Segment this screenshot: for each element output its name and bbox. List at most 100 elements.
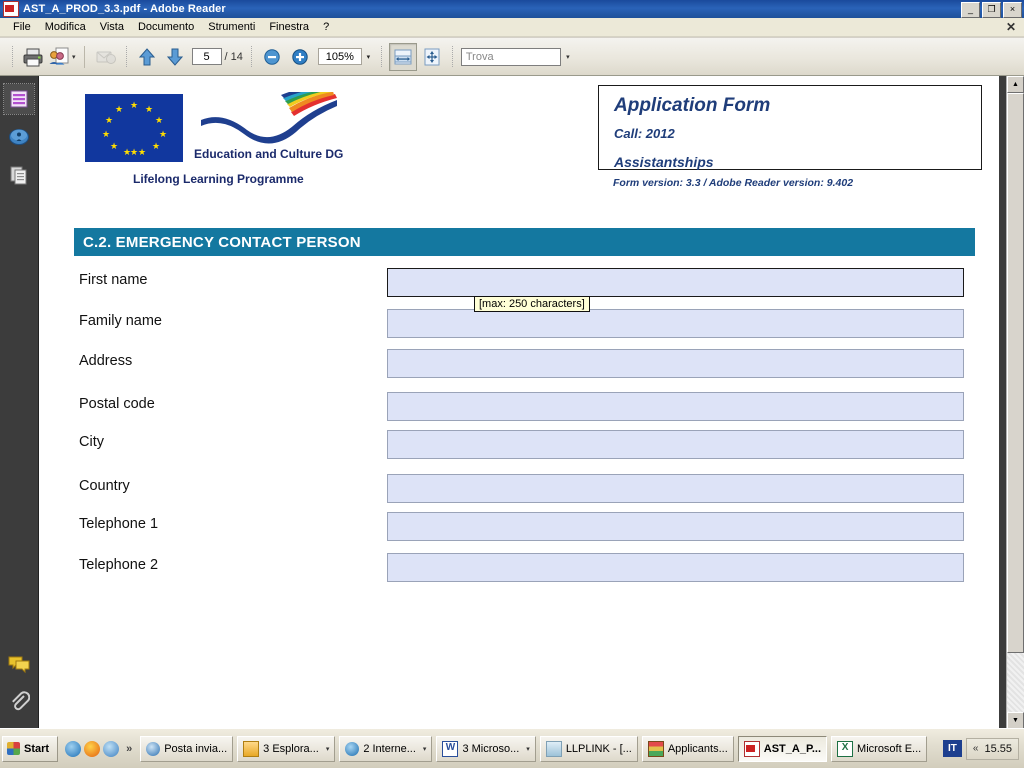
menu-item-finestra[interactable]: Finestra (262, 19, 316, 35)
pdf-document-icon (3, 1, 19, 17)
menu-item-strumenti[interactable]: Strumenti (201, 19, 262, 35)
taskbar-button-explorer[interactable]: 3 Esplora... ▾ (237, 735, 336, 762)
zoom-level-input[interactable]: 105% (317, 48, 362, 65)
input-postal-code[interactable] (387, 392, 964, 421)
taskbar-button-ast-pdf[interactable]: AST_A_P... (737, 735, 828, 762)
toolbar-grip-2[interactable] (125, 45, 127, 68)
label-city: City (79, 434, 104, 450)
form-row-city: City (74, 430, 975, 464)
adobe-reader-window: AST_A_PROD_3.3.pdf - Adobe Reader _ ❐ × … (0, 0, 1024, 768)
label-family-name: Family name (79, 313, 162, 329)
menu-item-file[interactable]: File (6, 19, 38, 35)
toolbar-grip[interactable] (12, 45, 13, 68)
vertical-scrollbar[interactable]: ▲ ▼ (1006, 76, 1024, 729)
menu-item-help[interactable]: ? (316, 19, 336, 35)
form-call: Call: 2012 (614, 126, 675, 141)
menu-item-vista[interactable]: Vista (93, 19, 131, 35)
toolbar-grip-5[interactable] (451, 45, 453, 68)
acrobat-icon (743, 740, 760, 757)
taskbar-button-applicants[interactable]: Applicants... (641, 735, 734, 762)
find-dropdown-icon[interactable]: ▾ (561, 53, 575, 61)
lifelong-learning-label: Lifelong Learning Programme (133, 172, 304, 186)
clock-area: « 15.55 (965, 737, 1019, 760)
taskbar-button-word[interactable]: W 3 Microso... ▾ (436, 735, 536, 762)
chevron-down-icon[interactable]: ▾ (326, 745, 330, 753)
document-view[interactable]: ★ ★ ★ ★ ★ ★ ★ ★ ★ ★ ★ ★ Education and Cu… (39, 76, 1007, 729)
form-row-country: Country (74, 474, 975, 508)
collaborate-button[interactable]: ▾ (48, 44, 76, 70)
taskbar-button-label: 3 Microso... (462, 742, 520, 755)
zoom-in-button[interactable] (287, 44, 313, 70)
scroll-thumb[interactable] (1007, 93, 1024, 653)
form-title: Application Form (614, 95, 771, 116)
input-first-name[interactable] (387, 268, 964, 297)
language-indicator[interactable]: IT (942, 740, 962, 757)
explorer-icon[interactable] (103, 740, 120, 757)
taskbar-button-outlook[interactable]: Posta invia... (140, 735, 234, 762)
taskbar-button-label: Posta invia... (164, 742, 228, 755)
menu-item-documento[interactable]: Documento (131, 19, 201, 35)
firefox-icon[interactable] (84, 740, 101, 757)
label-address: Address (79, 353, 133, 369)
toolbar-grip-3[interactable] (250, 45, 252, 68)
label-country: Country (79, 478, 130, 494)
label-telephone-1: Telephone 1 (79, 516, 159, 532)
form-row-address: Address (74, 349, 975, 383)
quick-launch-overflow-icon[interactable]: » (126, 743, 132, 755)
taskbar-button-label: AST_A_P... (763, 742, 822, 755)
previous-page-button[interactable] (134, 44, 160, 70)
windows-flag-icon (7, 742, 20, 755)
toolbar-grip-4[interactable] (380, 45, 382, 68)
database-icon (647, 740, 664, 757)
zoom-out-button[interactable] (259, 44, 285, 70)
input-city[interactable] (387, 430, 964, 459)
collaborate-caret-icon[interactable]: ▾ (72, 53, 76, 61)
application-form-header-box: Application Form Call: 2012 Assistantshi… (598, 85, 982, 170)
chevron-down-icon[interactable]: ▾ (423, 745, 427, 753)
internet-explorer-icon[interactable] (65, 740, 82, 757)
page-total-label: / 14 (224, 50, 243, 63)
find-input[interactable]: Trova (460, 47, 561, 66)
minimize-button[interactable]: _ (961, 2, 980, 18)
menu-item-modifica[interactable]: Modifica (38, 19, 93, 35)
input-address[interactable] (387, 349, 964, 378)
zoom-dropdown-icon[interactable]: ▾ (362, 48, 375, 65)
toolbar: ▾ 5 / 14 105% ▾ Trova ▾ (0, 38, 1024, 76)
form-version-label: Form version: 3.3 / Adobe Reader version… (613, 177, 854, 189)
taskbar-button-excel[interactable]: X Microsoft E... (831, 735, 928, 762)
section-header-c2: C.2. EMERGENCY CONTACT PERSON (74, 228, 975, 256)
document-close-icon[interactable]: ✕ (1006, 20, 1016, 34)
print-button[interactable] (20, 44, 46, 70)
clock-label[interactable]: 15.55 (984, 743, 1012, 755)
pages-icon[interactable] (4, 160, 34, 190)
restore-button[interactable]: ❐ (982, 2, 1001, 18)
menu-bar: File Modifica Vista Documento Strumenti … (0, 18, 1024, 37)
bookmarks-icon[interactable] (3, 83, 35, 115)
education-culture-swoosh-icon (201, 92, 337, 144)
taskbar-button-llplink[interactable]: LLPLINK - [... (539, 735, 638, 762)
label-telephone-2: Telephone 2 (79, 557, 159, 573)
label-postal-code: Postal code (79, 396, 155, 412)
navigation-pane-bottom (0, 641, 38, 717)
attachments-icon[interactable] (4, 687, 34, 717)
input-telephone-2[interactable] (387, 553, 964, 582)
next-page-button[interactable] (162, 44, 188, 70)
tray-expand-icon[interactable]: « (973, 743, 979, 754)
input-family-name[interactable] (387, 309, 964, 338)
select-country[interactable] (387, 474, 964, 503)
close-button[interactable]: × (1003, 2, 1022, 18)
input-telephone-1[interactable] (387, 512, 964, 541)
taskbar-button-internet[interactable]: 2 Interne... ▾ (339, 735, 433, 762)
signatures-icon[interactable] (4, 122, 34, 152)
fit-width-button[interactable] (388, 42, 417, 71)
chevron-down-icon[interactable]: ▾ (526, 745, 530, 753)
start-button[interactable]: Start (2, 735, 59, 762)
page-number-input[interactable]: 5 (191, 48, 222, 65)
window-controls: _ ❐ × (961, 2, 1022, 18)
fit-page-button[interactable] (419, 44, 445, 70)
education-culture-label: Education and Culture DG (194, 147, 344, 161)
scroll-down-arrow-icon[interactable]: ▼ (1007, 712, 1024, 729)
comments-icon[interactable] (4, 649, 34, 679)
window-title: AST_A_PROD_3.3.pdf - Adobe Reader (23, 3, 226, 15)
scroll-up-arrow-icon[interactable]: ▲ (1007, 76, 1024, 93)
